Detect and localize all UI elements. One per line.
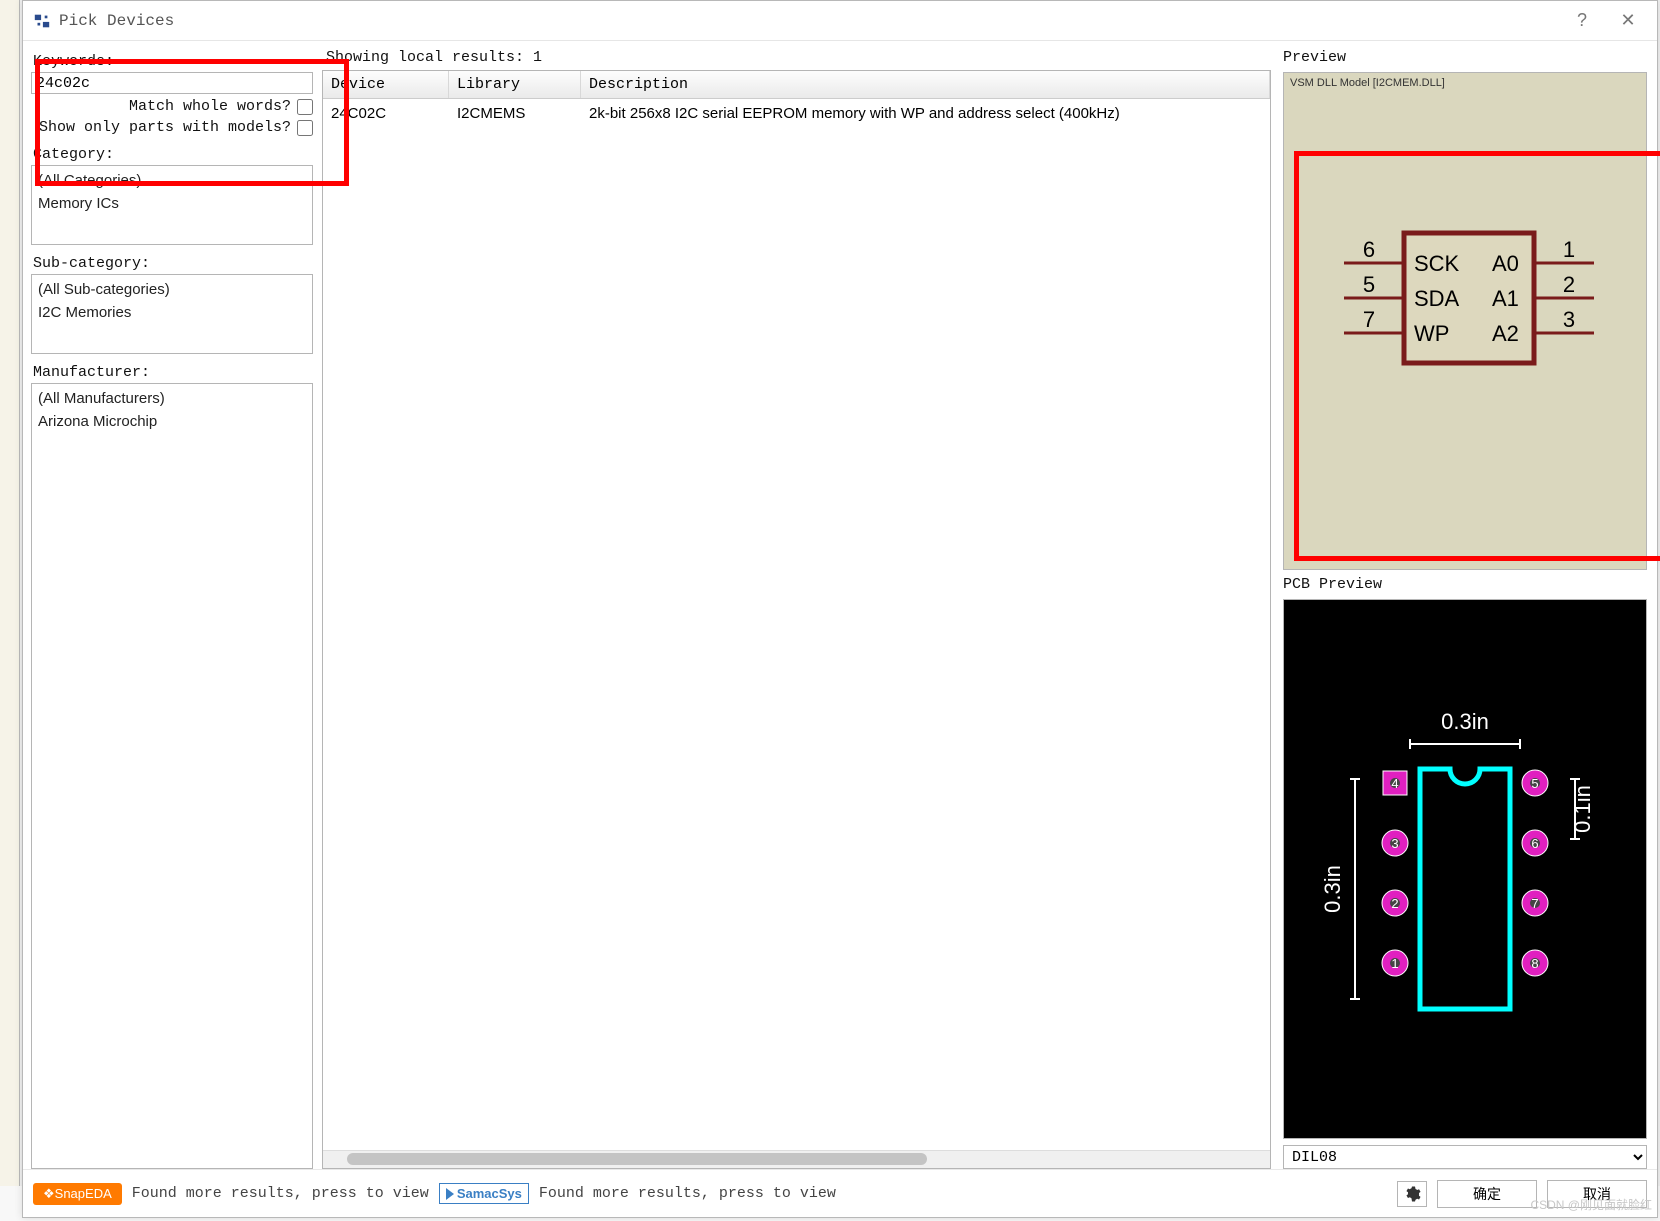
svg-text:7: 7 — [1363, 307, 1375, 332]
pcb-pad: 5 — [1522, 770, 1548, 796]
list-item[interactable]: (All Manufacturers) — [38, 388, 306, 411]
svg-text:1: 1 — [1391, 956, 1398, 971]
pcb-label: PCB Preview — [1283, 576, 1647, 593]
subcategory-group: Sub-category: (All Sub-categories) I2C M… — [31, 251, 313, 354]
scrollbar-thumb[interactable] — [347, 1153, 927, 1165]
svg-text:8: 8 — [1531, 956, 1538, 971]
watermark-text: CSDN @刚见面就脸红 — [1530, 1196, 1652, 1213]
match-whole-checkbox[interactable] — [297, 99, 313, 115]
svg-text:0.1in: 0.1in — [1570, 785, 1595, 833]
list-item[interactable]: Memory ICs — [38, 193, 306, 216]
subcategory-list[interactable]: (All Sub-categories) I2C Memories — [31, 274, 313, 354]
list-item[interactable]: Arizona Microchip — [38, 411, 306, 434]
results-header: Showing local results: 1 — [322, 49, 1271, 66]
pick-devices-dialog: Pick Devices ? ✕ Keywords: Match whole w… — [22, 0, 1658, 1218]
col-library[interactable]: Library — [449, 71, 581, 98]
pcb-pad: 3 — [1382, 830, 1408, 856]
ok-button[interactable]: 确定 — [1437, 1180, 1537, 1208]
app-icon — [33, 12, 51, 30]
table-row[interactable]: 24C02C I2CMEMS 2k-bit 256x8 I2C serial E… — [323, 99, 1270, 128]
left-panel: Keywords: Match whole words? Show only p… — [23, 41, 321, 1169]
manufacturer-label: Manufacturer: — [33, 364, 311, 381]
cell-device: 24C02C — [323, 103, 449, 124]
samacsys-vendor[interactable]: SamacSys Found more results, press to vi… — [439, 1183, 836, 1204]
category-list[interactable]: (All Categories) Memory ICs — [31, 165, 313, 245]
keywords-group: Keywords: Match whole words? Show only p… — [31, 49, 313, 136]
close-button[interactable]: ✕ — [1605, 6, 1651, 36]
svg-text:7: 7 — [1531, 896, 1538, 911]
svg-text:SDA: SDA — [1414, 286, 1460, 311]
model-name: VSM DLL Model [I2CMEM.DLL] — [1290, 77, 1445, 89]
subcategory-label: Sub-category: — [33, 255, 311, 272]
samacsys-message: Found more results, press to view — [539, 1185, 836, 1202]
svg-text:6: 6 — [1363, 237, 1375, 262]
table-body: 24C02C I2CMEMS 2k-bit 256x8 I2C serial E… — [323, 99, 1270, 1150]
pcb-pad: 7 — [1522, 890, 1548, 916]
pcb-pad: 2 — [1382, 890, 1408, 916]
preview-panel: Preview VSM DLL Model [I2CMEM.DLL] 6 5 7… — [1277, 41, 1657, 1169]
svg-text:5: 5 — [1363, 272, 1375, 297]
only-models-label: Show only parts with models? — [39, 119, 291, 136]
snapeda-badge: ❖SnapEDA — [33, 1183, 122, 1205]
preview-label: Preview — [1283, 49, 1647, 66]
pcb-footprint: 0.3in 0.3in 0.1in — [1315, 699, 1615, 1039]
gear-icon — [1403, 1185, 1421, 1203]
list-item[interactable]: (All Categories) — [38, 170, 306, 193]
results-panel: Showing local results: 1 Device Library … — [321, 41, 1277, 1169]
svg-text:2: 2 — [1391, 896, 1398, 911]
keywords-input[interactable] — [31, 72, 313, 94]
svg-text:2: 2 — [1563, 272, 1575, 297]
pcb-pad: 1 — [1382, 950, 1408, 976]
list-item[interactable]: I2C Memories — [38, 302, 306, 325]
schematic-preview: VSM DLL Model [I2CMEM.DLL] 6 5 7 SCK SDA… — [1283, 72, 1647, 570]
window-title: Pick Devices — [59, 12, 174, 30]
background-left-strip — [0, 0, 20, 1221]
snapeda-vendor[interactable]: ❖SnapEDA Found more results, press to vi… — [33, 1183, 429, 1205]
match-whole-label: Match whole words? — [129, 98, 291, 115]
svg-text:A0: A0 — [1492, 251, 1519, 276]
settings-button[interactable] — [1397, 1181, 1427, 1207]
svg-text:1: 1 — [1563, 237, 1575, 262]
pcb-pad: 8 — [1522, 950, 1548, 976]
col-device[interactable]: Device — [323, 71, 449, 98]
list-item[interactable]: (All Sub-categories) — [38, 279, 306, 302]
keywords-label: Keywords: — [33, 53, 311, 70]
pcb-pad: 6 — [1522, 830, 1548, 856]
bottom-bar: ❖SnapEDA Found more results, press to vi… — [23, 1169, 1657, 1217]
svg-text:3: 3 — [1563, 307, 1575, 332]
horizontal-scrollbar[interactable] — [323, 1150, 1270, 1168]
svg-text:SCK: SCK — [1414, 251, 1460, 276]
title-bar: Pick Devices ? ✕ — [23, 1, 1657, 41]
pcb-pad: 4 — [1383, 771, 1407, 795]
pcb-preview: 0.3in 0.3in 0.1in — [1283, 599, 1647, 1139]
svg-text:A1: A1 — [1492, 286, 1519, 311]
samacsys-badge: SamacSys — [439, 1183, 529, 1204]
svg-text:WP: WP — [1414, 321, 1449, 346]
play-icon — [446, 1188, 454, 1200]
svg-text:A2: A2 — [1492, 321, 1519, 346]
snapeda-message: Found more results, press to view — [132, 1185, 429, 1202]
manufacturer-group: Manufacturer: (All Manufacturers) Arizon… — [31, 360, 313, 1169]
svg-text:0.3in: 0.3in — [1320, 865, 1345, 913]
schematic-symbol: 6 5 7 SCK SDA WP 1 2 3 A0 A1 — [1314, 213, 1614, 393]
svg-text:5: 5 — [1531, 776, 1538, 791]
only-models-checkbox[interactable] — [297, 120, 313, 136]
manufacturer-list[interactable]: (All Manufacturers) Arizona Microchip — [31, 383, 313, 1169]
svg-text:4: 4 — [1391, 776, 1398, 791]
svg-text:6: 6 — [1531, 836, 1538, 851]
package-select[interactable]: DIL08 — [1283, 1145, 1647, 1169]
category-group: Category: (All Categories) Memory ICs — [31, 142, 313, 245]
svg-text:0.3in: 0.3in — [1441, 709, 1489, 734]
svg-text:3: 3 — [1391, 836, 1398, 851]
cell-library: I2CMEMS — [449, 103, 581, 124]
col-description[interactable]: Description — [581, 71, 1270, 98]
category-label: Category: — [33, 146, 311, 163]
results-table: Device Library Description 24C02C I2CMEM… — [322, 70, 1271, 1169]
table-header: Device Library Description — [323, 71, 1270, 99]
help-button[interactable]: ? — [1559, 6, 1605, 36]
cell-description: 2k-bit 256x8 I2C serial EEPROM memory wi… — [581, 103, 1270, 124]
